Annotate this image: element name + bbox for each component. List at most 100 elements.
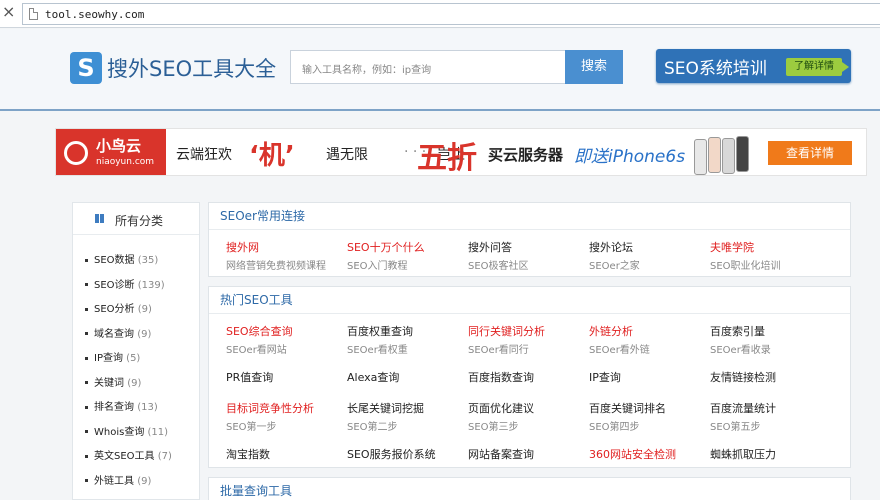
tool-link-desc: SEOer看收录 xyxy=(710,345,771,356)
sidebar-item[interactable]: SEO诊断 (139) xyxy=(85,276,172,301)
tool-link[interactable]: 页面优化建议 SEO第三步 xyxy=(468,400,589,433)
sidebar-item-label[interactable]: 外链工具 xyxy=(94,476,134,487)
tool-link[interactable]: 淘宝指数 xyxy=(226,446,347,462)
tool-link-name[interactable]: 百度关键词排名 xyxy=(589,400,710,416)
sidebar-item[interactable]: Whois查询 (11) xyxy=(85,423,172,448)
tool-link-name[interactable]: SEO综合查询 xyxy=(226,323,347,339)
close-icon[interactable]: × xyxy=(2,3,15,21)
tool-link-name[interactable]: 百度指数查询 xyxy=(468,369,589,385)
tool-link-name[interactable]: PR值查询 xyxy=(226,369,347,385)
tool-link[interactable]: SEO十万个什么 SEO入门教程 xyxy=(347,239,468,272)
tool-link-name[interactable]: Alexa查询 xyxy=(347,369,468,385)
hot-tools-panel: 热门SEO工具 SEO综合查询 SEOer看网站 百度权重查询 SEOer看权重 同行关… xyxy=(208,286,851,468)
sidebar-item-label[interactable]: SEO数据 xyxy=(94,255,135,266)
ad-brand-domain: niaoyun.com xyxy=(96,157,155,167)
tool-link-name[interactable]: 淘宝指数 xyxy=(226,446,347,462)
tool-link-name[interactable]: 百度权重查询 xyxy=(347,323,468,339)
search-button[interactable]: 搜索 xyxy=(565,50,623,84)
tool-link[interactable]: 蜘蛛抓取压力 xyxy=(710,446,831,462)
sidebar-item[interactable]: 关键词 (9) xyxy=(85,374,172,399)
tool-link-name[interactable]: 搜外论坛 xyxy=(589,239,710,255)
tool-link[interactable]: 百度流量统计 SEO第五步 xyxy=(710,400,831,433)
tool-link-desc: SEOer看权重 xyxy=(347,345,408,356)
tool-link-name[interactable]: 蜘蛛抓取压力 xyxy=(710,446,831,462)
category-sidebar: 所有分类 SEO数据 (35) SEO诊断 (139) SEO分析 (9) 域名… xyxy=(72,202,200,500)
tool-link-name[interactable]: 页面优化建议 xyxy=(468,400,589,416)
tool-link[interactable]: 搜外网 网络营销免费视频课程 xyxy=(226,239,347,272)
search-input[interactable]: 输入工具名称，例如：ip查询 xyxy=(290,50,566,84)
sidebar-item[interactable]: 英文SEO工具 (7) xyxy=(85,447,172,472)
tool-link[interactable]: 夫唯学院 SEO职业化培训 xyxy=(710,239,831,272)
ad-banner[interactable]: 小鸟云 niaoyun.com 云端狂欢 ‘机’ 遇无限 · · · 岂止 岂止… xyxy=(55,128,867,176)
logo-text: 搜外SEO工具大全 xyxy=(107,57,277,81)
tool-link[interactable]: SEO综合查询 SEOer看网站 xyxy=(226,323,347,356)
tool-link-name[interactable]: 同行关键词分析 xyxy=(468,323,589,339)
tool-link[interactable]: SEO服务报价系统 xyxy=(347,446,468,462)
sidebar-item-label[interactable]: SEO分析 xyxy=(94,304,135,315)
tool-link[interactable]: Alexa查询 xyxy=(347,369,468,385)
sidebar-item-label[interactable]: 英文SEO工具 xyxy=(94,451,155,462)
sidebar-item-label[interactable]: 域名查询 xyxy=(94,329,134,340)
tool-link[interactable]: 目标词竞争性分析 SEO第一步 xyxy=(226,400,347,433)
tool-link-name[interactable]: 360网站安全检测 xyxy=(589,446,710,462)
tool-link[interactable]: 网站备案查询 xyxy=(468,446,589,462)
tool-link-name[interactable]: 百度流量统计 xyxy=(710,400,831,416)
tool-link[interactable]: 外链分析 SEOer看外链 xyxy=(589,323,710,356)
tool-link[interactable]: 友情链接检测 xyxy=(710,369,831,385)
sidebar-item-count: (11) xyxy=(147,426,169,438)
tool-link[interactable]: 搜外论坛 SEOer之家 xyxy=(589,239,710,272)
bullet-icon xyxy=(85,283,88,286)
url-box[interactable]: tool.seowhy.com xyxy=(22,3,880,25)
tool-link-name[interactable]: IP查询 xyxy=(589,369,710,385)
training-more-button[interactable]: 了解详情 xyxy=(786,58,849,76)
tool-link-name[interactable]: 搜外网 xyxy=(226,239,347,255)
seo-training-banner[interactable]: SEO系统培训 了解详情 xyxy=(656,49,851,83)
tool-link-name[interactable]: 长尾关键词挖掘 xyxy=(347,400,468,416)
tool-link-name[interactable]: 友情链接检测 xyxy=(710,369,831,385)
tool-link[interactable]: 百度索引量 SEOer看收录 xyxy=(710,323,831,356)
site-logo[interactable]: S 搜外SEO工具大全 xyxy=(70,51,276,85)
tool-link[interactable]: 同行关键词分析 SEOer看同行 xyxy=(468,323,589,356)
site-header: S 搜外SEO工具大全 输入工具名称，例如：ip查询 搜索 SEO系统培训 了解… xyxy=(0,29,880,111)
tool-link[interactable]: 长尾关键词挖掘 SEO第二步 xyxy=(347,400,468,433)
ad-slogan: 买云服务器 xyxy=(488,146,564,164)
sidebar-item-label[interactable]: 排名查询 xyxy=(94,402,134,413)
grid-icon xyxy=(95,214,104,223)
sidebar-item-label[interactable]: SEO诊断 xyxy=(94,280,135,291)
sidebar-item[interactable]: 排名查询 (13) xyxy=(85,398,172,423)
tool-link[interactable]: 百度权重查询 SEOer看权重 xyxy=(347,323,468,356)
sidebar-item[interactable]: IP查询 (5) xyxy=(85,349,172,374)
tool-link-desc: SEOer看同行 xyxy=(468,345,529,356)
tool-link-name[interactable]: SEO十万个什么 xyxy=(347,239,468,255)
tool-link-desc: SEOer看外链 xyxy=(589,345,650,356)
tool-link-name[interactable]: 夫唯学院 xyxy=(710,239,831,255)
tool-link-name[interactable]: 搜外问答 xyxy=(468,239,589,255)
tool-link[interactable]: IP查询 xyxy=(589,369,710,385)
bullet-icon xyxy=(85,405,88,409)
sidebar-item[interactable]: 域名查询 (9) xyxy=(85,325,172,350)
sidebar-item[interactable]: SEO分析 (9) xyxy=(85,300,172,325)
tool-link[interactable]: PR值查询 xyxy=(226,369,347,385)
tool-link[interactable]: 搜外问答 SEO极客社区 xyxy=(468,239,589,272)
tool-link-name[interactable]: 外链分析 xyxy=(589,323,710,339)
sidebar-item[interactable]: SEO数据 (35) xyxy=(85,251,172,276)
tool-link[interactable]: 360网站安全检测 xyxy=(589,446,710,462)
tool-link[interactable]: 百度指数查询 xyxy=(468,369,589,385)
url-text[interactable]: tool.seowhy.com xyxy=(45,8,144,21)
tool-link-desc: SEOer看网站 xyxy=(226,345,287,356)
panel-title: SEOer常用连接 xyxy=(209,203,850,230)
tool-link-name[interactable]: SEO服务报价系统 xyxy=(347,446,468,462)
ad-cta-button[interactable]: 查看详情 xyxy=(768,141,852,165)
sidebar-item-label[interactable]: 关键词 xyxy=(94,378,124,389)
tool-link-name[interactable]: 目标词竞争性分析 xyxy=(226,400,347,416)
bullet-icon xyxy=(85,479,88,482)
sidebar-item-label[interactable]: Whois查询 xyxy=(94,427,144,438)
bullet-icon xyxy=(85,332,88,335)
tool-link[interactable]: 百度关键词排名 SEO第四步 xyxy=(589,400,710,433)
tool-link-name[interactable]: 百度索引量 xyxy=(710,323,831,339)
sidebar-item-count: (9) xyxy=(137,475,152,487)
sidebar-item[interactable]: 外链工具 (9) xyxy=(85,472,172,497)
sidebar-item-label[interactable]: IP查询 xyxy=(94,353,123,364)
bullet-icon xyxy=(85,356,88,360)
tool-link-name[interactable]: 网站备案查询 xyxy=(468,446,589,462)
